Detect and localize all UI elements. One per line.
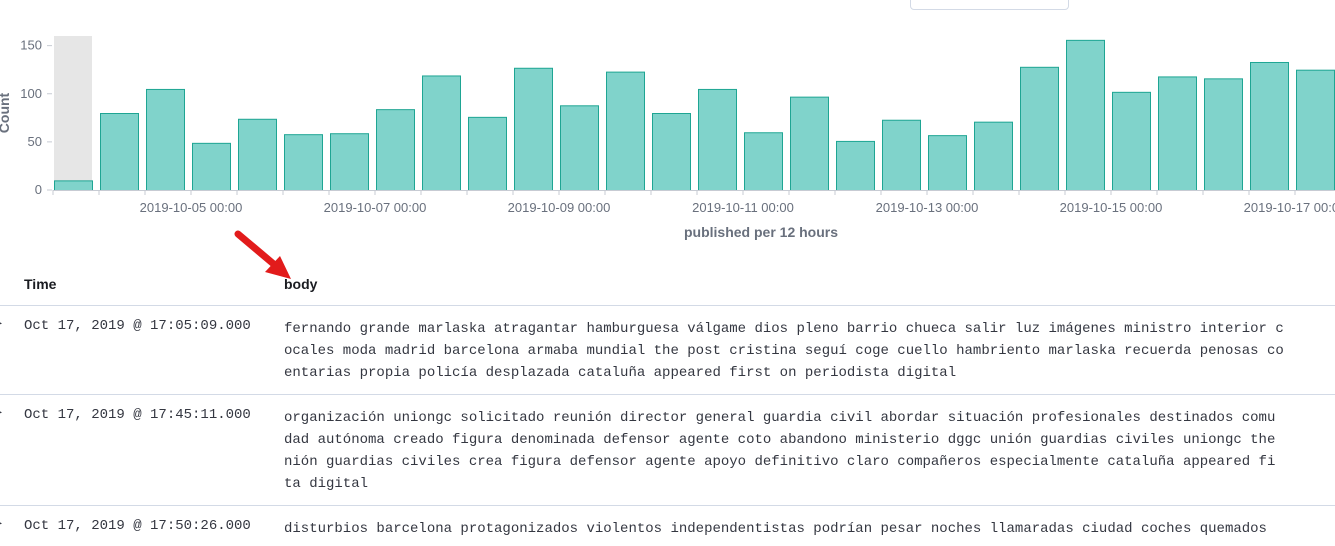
- histogram-bar[interactable]: [1020, 66, 1059, 191]
- table-row[interactable]: ▸ Oct 17, 2019 @ 17:50:26.000 disturbios…: [0, 506, 1335, 546]
- histogram-bar[interactable]: [1112, 91, 1151, 191]
- x-tick-label: 2019-10-17 00:00: [1244, 200, 1335, 215]
- body-line: ocales moda madrid barcelona armaba mund…: [284, 343, 1284, 359]
- x-tick-label: 2019-10-05 00:00: [140, 200, 243, 215]
- cell-time: Oct 17, 2019 @ 17:45:11.000: [24, 407, 251, 423]
- body-line: disturbios barcelona protagonizados viol…: [284, 521, 1267, 537]
- histogram-bar[interactable]: [882, 119, 921, 191]
- x-tick-label: 2019-10-07 00:00: [324, 200, 427, 215]
- histogram-bar[interactable]: [146, 88, 185, 191]
- histogram-chart: 0 50 100 150 2019-10-05 00:00 2019-10-07 00:…: [0, 36, 1335, 240]
- histogram-highlight-band: [54, 36, 92, 190]
- x-tick-label: 2019-10-15 00:00: [1060, 200, 1163, 215]
- cell-body: disturbios barcelona protagonizados viol…: [284, 518, 1324, 540]
- body-line: entarias propia policía desplazada catal…: [284, 365, 957, 381]
- cell-body: organización uniongc solicitado reunión …: [284, 407, 1324, 495]
- x-axis-title: published per 12 hours: [684, 224, 838, 240]
- y-tick-label: 0: [35, 182, 42, 197]
- histogram-bar[interactable]: [790, 96, 829, 191]
- histogram-bar[interactable]: [376, 109, 415, 191]
- body-line: ta digital: [284, 476, 369, 492]
- table-row[interactable]: ▸ Oct 17, 2019 @ 17:45:11.000 organizaci…: [0, 395, 1335, 506]
- histogram-bar[interactable]: [1250, 61, 1289, 191]
- histogram-bar[interactable]: [1204, 78, 1243, 191]
- histogram-bar[interactable]: [836, 140, 875, 192]
- y-tick-label: 150: [20, 38, 42, 53]
- table-header: Time body: [0, 262, 1335, 306]
- histogram-bar[interactable]: [928, 135, 967, 191]
- cell-time: Oct 17, 2019 @ 17:50:26.000: [24, 518, 251, 534]
- body-line: dad autónoma creado figura denominada de…: [284, 432, 1276, 448]
- histogram-bar[interactable]: [1158, 76, 1197, 191]
- histogram-bar[interactable]: [54, 180, 93, 191]
- histogram-bar[interactable]: [1066, 39, 1105, 191]
- y-tick-label: 50: [28, 134, 42, 149]
- histogram-bar[interactable]: [100, 113, 139, 191]
- histogram-bar[interactable]: [468, 116, 507, 191]
- x-tick-label: 2019-10-09 00:00: [508, 200, 611, 215]
- histogram-bar[interactable]: [514, 67, 553, 191]
- column-header-body[interactable]: body: [284, 276, 317, 292]
- chevron-right-icon[interactable]: ▸: [0, 318, 2, 329]
- histogram-bar[interactable]: [284, 134, 323, 192]
- x-tick-label: 2019-10-13 00:00: [876, 200, 979, 215]
- histogram-bar[interactable]: [974, 121, 1013, 191]
- histogram-bar[interactable]: [192, 142, 231, 191]
- x-tick-label: 2019-10-11 00:00: [692, 200, 794, 215]
- body-line: organización uniongc solicitado reunión …: [284, 410, 1276, 426]
- chevron-right-icon[interactable]: ▸: [0, 518, 2, 529]
- chevron-right-icon[interactable]: ▸: [0, 407, 2, 418]
- histogram-bar[interactable]: [560, 105, 599, 191]
- table-row[interactable]: ▸ Oct 17, 2019 @ 17:05:09.000 fernando g…: [0, 306, 1335, 395]
- histogram-bar[interactable]: [698, 88, 737, 191]
- body-line: nión guardias civiles crea figura defens…: [284, 454, 1276, 470]
- histogram-bar[interactable]: [1296, 69, 1335, 191]
- y-tick-label: 100: [20, 86, 42, 101]
- histogram-bar[interactable]: [652, 113, 691, 191]
- histogram-bar[interactable]: [422, 75, 461, 191]
- column-header-time[interactable]: Time: [24, 276, 56, 292]
- cell-time: Oct 17, 2019 @ 17:05:09.000: [24, 318, 251, 334]
- y-axis-title: Count: [0, 92, 12, 133]
- cell-body: fernando grande marlaska atragantar hamb…: [284, 318, 1324, 384]
- histogram-bar[interactable]: [330, 133, 369, 191]
- histogram-bar[interactable]: [238, 118, 277, 191]
- histogram-bar[interactable]: [606, 71, 645, 191]
- histogram-bar[interactable]: [744, 132, 783, 191]
- body-line: fernando grande marlaska atragantar hamb…: [284, 321, 1284, 337]
